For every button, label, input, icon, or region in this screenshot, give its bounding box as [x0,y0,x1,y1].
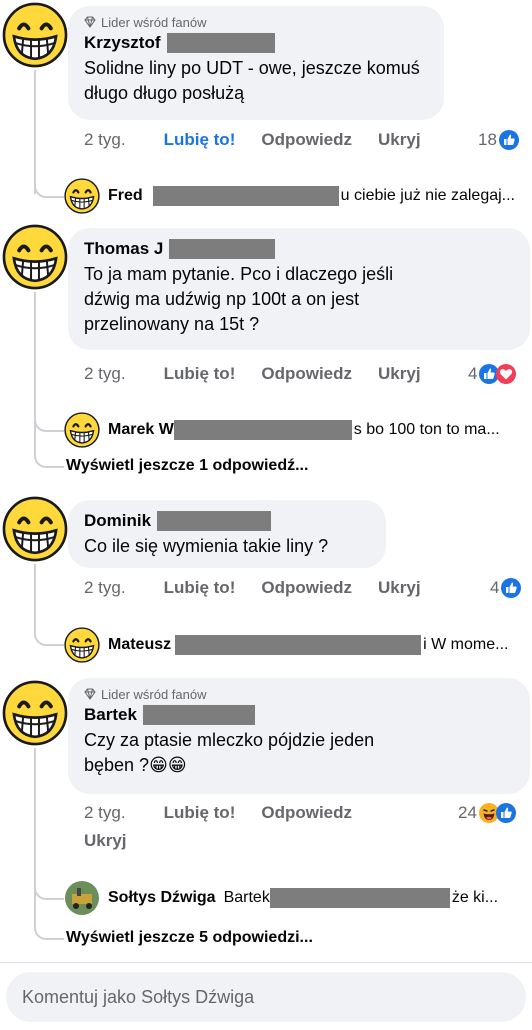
reply-snippet: i W mome... [423,636,509,653]
reply-connector [34,428,64,468]
diamond-icon [84,688,96,700]
thread-line [34,292,36,428]
reaction-summary[interactable]: 4 [468,362,517,386]
reply-author: Mateusz [108,636,172,653]
reply-connector [34,896,64,940]
reaction-count: 4 [490,578,500,597]
comment-text: To ja mam pytanie. Pco i dlaczego jeśli … [84,264,394,334]
reaction-summary[interactable]: 24 [458,801,516,825]
avatar-grin-icon [64,627,100,663]
reaction-count: 18 [478,130,497,149]
like-icon [501,578,522,598]
redaction-box [157,511,272,531]
reaction-summary[interactable]: 4 [490,576,522,600]
reply-snippet: s bo 100 ton to ma... [353,421,500,438]
hide-button[interactable]: Ukryj [378,130,421,150]
reaction-count: 4 [468,364,478,383]
comment-actions: 2 tyg. Lubię to! Odpowiedz [84,801,352,825]
comment-text: Solidne liny po UDT - owe, jeszcze komuś… [84,58,420,103]
thread-line [34,748,36,900]
redaction-box [175,635,422,655]
like-icon [498,130,519,150]
comment-composer-input[interactable]: Komentuj jako Sołtys Dźwiga [6,972,526,1022]
redaction-box [152,186,339,206]
avatar-grin-icon[interactable] [2,496,68,562]
like-button[interactable]: Lubię to! [164,130,236,150]
comment-text: Czy za ptasie mleczko pójdzie jeden bębe… [84,730,375,775]
avatar-grin-icon [64,412,100,448]
comment-actions: 2 tyg. Lubię to! Odpowiedz Ukryj [84,576,421,600]
reply-snippet: u ciebie już nie zalegaj... [340,187,515,204]
reply-snippet: że ki... [451,889,499,906]
comment-time[interactable]: 2 tyg. [84,364,126,384]
avatar-grin-icon[interactable] [2,2,68,68]
comment-time[interactable]: 2 tyg. [84,803,126,823]
like-button[interactable]: Lubię to! [164,578,236,598]
comment-author[interactable]: Thomas J [84,239,163,259]
reply-mention: Bartek [223,889,270,906]
reply-button[interactable]: Odpowiedz [261,578,352,598]
comment-time[interactable]: 2 tyg. [84,130,126,150]
composer-divider [0,962,532,963]
comment-author[interactable]: Bartek [84,705,137,725]
reply-button[interactable]: Odpowiedz [261,130,352,150]
comment-actions-row2: Ukryj [84,829,127,853]
redaction-box [269,888,450,908]
redaction-box [169,239,276,259]
reply-author: Marek W [108,421,174,438]
reply-button[interactable]: Odpowiedz [261,803,352,823]
hide-button[interactable]: Ukryj [378,364,421,384]
reaction-count: 24 [458,803,477,822]
avatar-photo-icon [65,881,99,915]
reply-connector [34,176,64,198]
fan-badge: Lider wśród fanów [84,686,514,702]
like-button[interactable]: Lubię to! [164,364,236,384]
comment-actions: 2 tyg. Lubię to! Odpowiedz Ukryj [84,362,421,386]
comment-time[interactable]: 2 tyg. [84,578,126,598]
reaction-summary[interactable]: 18 [478,128,519,152]
reply-author: Sołtys Dźwiga [108,889,216,906]
like-button[interactable]: Lubię to! [164,803,236,823]
diamond-icon [84,16,96,28]
avatar-grin-icon[interactable] [2,224,68,290]
reply-preview[interactable]: Marek W s bo 100 ton to ma... [64,412,500,448]
redaction-box [173,420,352,440]
badge-label: Lider wśród fanów [101,14,207,30]
view-more-replies[interactable]: Wyświetl jeszcze 5 odpowiedzi... [66,929,313,947]
comment-actions: 2 tyg. Lubię to! Odpowiedz Ukryj [84,128,421,152]
redaction-box [166,33,275,53]
redaction-box [142,705,255,725]
comment-author[interactable]: Dominik [84,511,151,531]
fan-badge: Lider wśród fanów [84,14,428,30]
view-more-replies[interactable]: Wyświetl jeszcze 1 odpowiedź... [66,457,308,475]
reply-preview[interactable]: Mateusz i W mome... [64,627,508,663]
comment-bubble[interactable]: Lider wśród fanów Bartek Czy za ptasie m… [68,678,530,794]
hide-button[interactable]: Ukryj [84,831,127,851]
badge-label: Lider wśród fanów [101,686,207,702]
comment-bubble[interactable]: Lider wśród fanów Krzysztof Solidne liny… [68,6,444,120]
comment-text: Co ile się wymienia takie liny ? [84,536,329,556]
reply-connector [34,624,64,646]
reply-button[interactable]: Odpowiedz [261,364,352,384]
reply-author: Fred [108,187,143,204]
hide-button[interactable]: Ukryj [378,578,421,598]
avatar-grin-icon[interactable] [2,680,68,746]
reply-preview[interactable]: Sołtys Dźwiga Bartek że ki... [64,880,498,916]
like-icon [495,803,516,823]
reply-preview[interactable]: Fred u ciebie już nie zalegaj... [64,178,515,214]
comment-author[interactable]: Krzysztof [84,33,161,53]
comment-bubble[interactable]: Dominik Co ile się wymienia takie liny ? [68,500,386,568]
love-icon [496,364,517,384]
comment-bubble[interactable]: Thomas J To ja mam pytanie. Pco i dlacze… [68,228,530,350]
avatar-grin-icon [64,178,100,214]
